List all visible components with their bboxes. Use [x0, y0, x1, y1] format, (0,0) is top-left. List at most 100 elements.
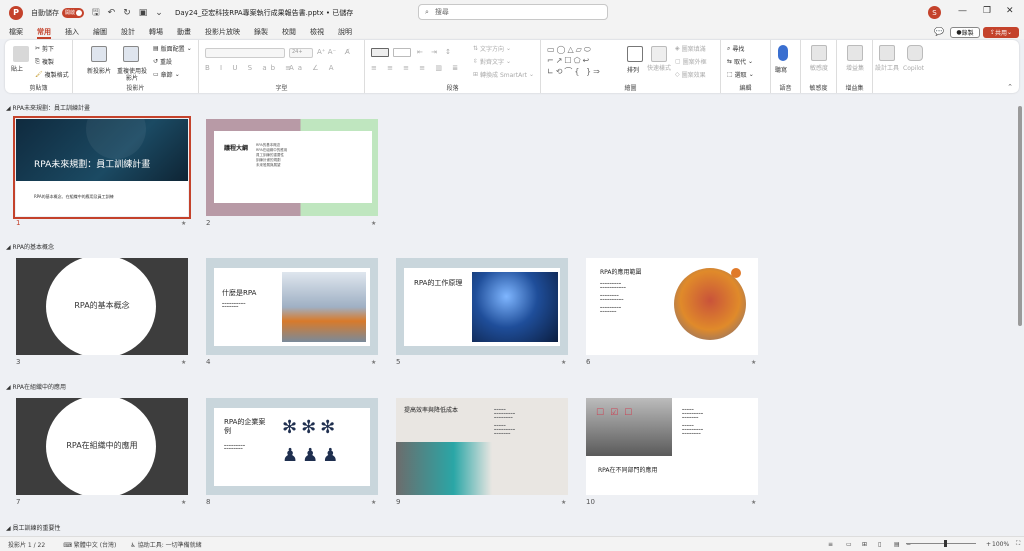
slide-thumbnail-2[interactable]: 議程大綱 RPA的基本概念 RPA在組織中的應用 員工訓練的重要性 訓練計畫的規劃 未來… — [206, 119, 378, 216]
new-slide-icon[interactable] — [91, 46, 107, 62]
copy-button[interactable]: ⎘ 複製 — [35, 57, 54, 67]
section-header[interactable]: ◢ RPA在組織中的應用 — [6, 382, 66, 391]
cut-button[interactable]: ✂ 剪下 — [35, 44, 54, 53]
slide-thumbnail-7[interactable]: RPA在組織中的應用 — [16, 398, 188, 495]
section-header[interactable]: ◢ RPA的基本概念 — [6, 242, 54, 251]
zoom-slider-knob[interactable] — [944, 540, 947, 547]
record-button[interactable]: ● 錄製 — [950, 27, 980, 38]
comment-icon[interactable]: 💬 — [934, 27, 944, 36]
sensitivity-icon[interactable] — [811, 45, 827, 61]
share-button[interactable]: ⇪ 共用 ⌄ — [983, 27, 1019, 38]
accessibility-status[interactable]: ♿ 協助工具: 一切準備就緒 — [130, 540, 201, 549]
font-name-dropdown[interactable] — [205, 48, 285, 58]
layout-button[interactable]: ▤ 版面配置 ⌄ — [153, 44, 192, 53]
minimize-icon[interactable]: — — [958, 6, 967, 16]
save-icon[interactable]: 🖫 — [92, 5, 100, 21]
paste-button[interactable]: 貼上 — [11, 64, 23, 73]
tab-animations[interactable]: 動畫 — [177, 25, 191, 39]
slide-sorter-icon[interactable]: ⊞ — [862, 541, 867, 548]
numbering-icon[interactable] — [393, 48, 411, 57]
quick-styles-icon[interactable] — [651, 46, 667, 62]
tab-view[interactable]: 檢視 — [310, 25, 324, 39]
language-status[interactable]: ⌨ 繁體中文 (台灣) — [63, 540, 116, 549]
tab-file[interactable]: 檔案 — [9, 25, 23, 39]
slide-thumbnail-9[interactable]: 提高效率與降低成本 ▬▬▬▬▬ ▬▬▬▬▬▬▬▬▬ ▬▬▬▬▬▬▬▬ ▬▬▬▬▬ ▬▬▬… — [396, 398, 568, 495]
arrange-icon[interactable] — [627, 46, 643, 62]
smartart-button[interactable]: ⊞ 轉換成 SmartArt ⌄ — [473, 70, 534, 79]
reuse-slides-button[interactable]: 重複使用投影片 — [115, 68, 149, 82]
font-color-buttons[interactable]: Aa ∠ A — [289, 64, 338, 72]
designer-button[interactable]: 設計工具 — [875, 65, 899, 72]
tab-review[interactable]: 校閱 — [282, 25, 296, 39]
tab-transitions[interactable]: 轉場 — [149, 25, 163, 39]
tab-home[interactable]: 常用 — [37, 25, 51, 39]
designer-icon[interactable] — [879, 45, 895, 61]
shape-effects-button[interactable]: ◇ 圖案效果 — [675, 70, 706, 79]
slide-thumbnail-4[interactable]: 什麼是RPA ▬▬▬▬▬▬▬▬▬▬ ▬▬▬▬▬▬▬ — [206, 258, 378, 355]
shape-fill-button[interactable]: ◈ 圖案填滿 — [675, 44, 706, 53]
shapes-gallery[interactable]: ▭◯△▱⬭ ⌐↗☐⬠↩ ∟⟲⌒{ }⇒ — [547, 44, 617, 80]
reading-view-icon[interactable]: ▯ — [878, 541, 881, 548]
notes-icon[interactable]: ≡ — [828, 541, 833, 548]
section-header[interactable]: ◢ RPA未來規劃：員工訓練計畫 — [6, 103, 90, 112]
reset-button[interactable]: ↺ 重設 — [153, 57, 172, 66]
slide-thumbnail-8[interactable]: RPA的企業案例 ▬▬▬▬▬▬▬▬▬ ▬▬▬▬▬▬▬▬ ✻✻✻ ♟♟♟ — [206, 398, 378, 495]
search-input[interactable]: ⌕ 搜尋 — [418, 4, 608, 20]
reuse-slides-icon[interactable] — [123, 46, 139, 62]
fit-to-window-icon[interactable]: ⛶ — [1016, 540, 1020, 548]
slide-thumbnail-5[interactable]: RPA的工作原理 — [396, 258, 568, 355]
zoom-slider[interactable] — [906, 543, 976, 544]
indent-icons[interactable]: ⇤ ⇥ ↕ — [417, 48, 454, 56]
undo-icon[interactable]: ↶ — [108, 8, 116, 18]
clear-format-icon[interactable]: A̸ — [345, 48, 350, 56]
tab-design[interactable]: 設計 — [121, 25, 135, 39]
arrange-button[interactable]: 排列 — [627, 65, 639, 74]
slide-thumbnail-3[interactable]: RPA的基本概念 — [16, 258, 188, 355]
tab-record[interactable]: 錄製 — [254, 25, 268, 39]
select-button[interactable]: ⬚ 選取 ⌄ — [727, 70, 754, 79]
slide-thumbnail-6[interactable]: RPA的應用範圍 ▬▬▬▬▬▬▬▬▬ ▬▬▬▬▬▬▬▬▬▬▬ ▬▬▬▬▬▬▬▬ ▬▬▬… — [586, 258, 758, 355]
font-size-dropdown[interactable]: 24+ — [289, 48, 313, 58]
copilot-icon[interactable] — [907, 45, 923, 61]
scrollbar-thumb[interactable] — [1018, 106, 1022, 326]
autosave-toggle[interactable]: 開啟 — [62, 7, 84, 18]
quick-styles-button[interactable]: 快速樣式 — [647, 65, 671, 72]
shape-outline-button[interactable]: ▢ 圖案外框 — [675, 57, 707, 66]
bullets-icon[interactable] — [371, 48, 389, 57]
tab-help[interactable]: 說明 — [338, 25, 352, 39]
section-header[interactable]: ◢ 員工訓練的重要性 — [6, 523, 61, 532]
addins-button[interactable]: 增益集 — [843, 65, 867, 72]
customize-icon[interactable]: ⌄ — [155, 8, 163, 18]
find-button[interactable]: ⌕ 尋找 — [727, 44, 744, 54]
document-title[interactable]: Day24_亞宏科技RPA專案執行成果報告書.pptx • 已儲存 — [175, 8, 353, 18]
new-slide-button[interactable]: 新投影片 — [81, 68, 117, 75]
microphone-icon[interactable] — [778, 45, 788, 61]
section-button[interactable]: ▭ 章節 ⌄ — [153, 70, 180, 79]
text-direction-button[interactable]: ⇅ 文字方向 ⌄ — [473, 44, 511, 53]
restore-icon[interactable]: ❐ — [983, 6, 991, 16]
copilot-button[interactable]: Copilot — [903, 65, 924, 72]
addins-icon[interactable] — [847, 45, 863, 61]
tab-insert[interactable]: 插入 — [65, 25, 79, 39]
zoom-in-icon[interactable]: + — [986, 541, 991, 548]
normal-view-icon[interactable]: ▭ — [846, 541, 852, 548]
tab-draw[interactable]: 繪圖 — [93, 25, 107, 39]
slide-thumbnail-10[interactable]: ☐☑☐ RPA在不同部門的應用 ▬▬▬▬▬ ▬▬▬▬▬▬▬▬▬ ▬▬▬▬▬▬▬ ▬▬▬… — [586, 398, 758, 495]
paste-icon[interactable] — [13, 46, 29, 62]
close-icon[interactable]: ✕ — [1006, 6, 1014, 16]
collapse-ribbon-icon[interactable]: ⌃ — [1007, 83, 1013, 91]
align-text-button[interactable]: ⇳ 對齊文字 ⌄ — [473, 57, 511, 66]
avatar[interactable]: S — [928, 6, 941, 19]
align-icons[interactable]: ≡ ≡ ≡ ≡ ▥ ≣ — [371, 64, 462, 72]
slideshow-icon[interactable]: ▤ — [894, 541, 900, 548]
present-icon[interactable]: ▣ — [139, 8, 148, 18]
dictate-button[interactable]: 聽寫 — [775, 65, 787, 74]
redo-icon[interactable]: ↻ — [123, 8, 131, 18]
zoom-out-icon[interactable]: − — [906, 541, 911, 548]
format-painter-button[interactable]: 🖌 複製格式 — [35, 70, 69, 79]
increase-font-icon[interactable]: A⁺ A⁻ — [317, 48, 336, 56]
font-style-buttons[interactable]: B I U S ab ≡ — [205, 64, 295, 72]
tab-slideshow[interactable]: 投影片放映 — [205, 25, 240, 39]
slide-thumbnail-1[interactable]: RPA未來規劃：員工訓練計畫 RPA的基本概念、在組織中的應用及員工訓練 — [13, 116, 191, 219]
replace-button[interactable]: ⇆ 取代 ⌄ — [727, 57, 753, 66]
